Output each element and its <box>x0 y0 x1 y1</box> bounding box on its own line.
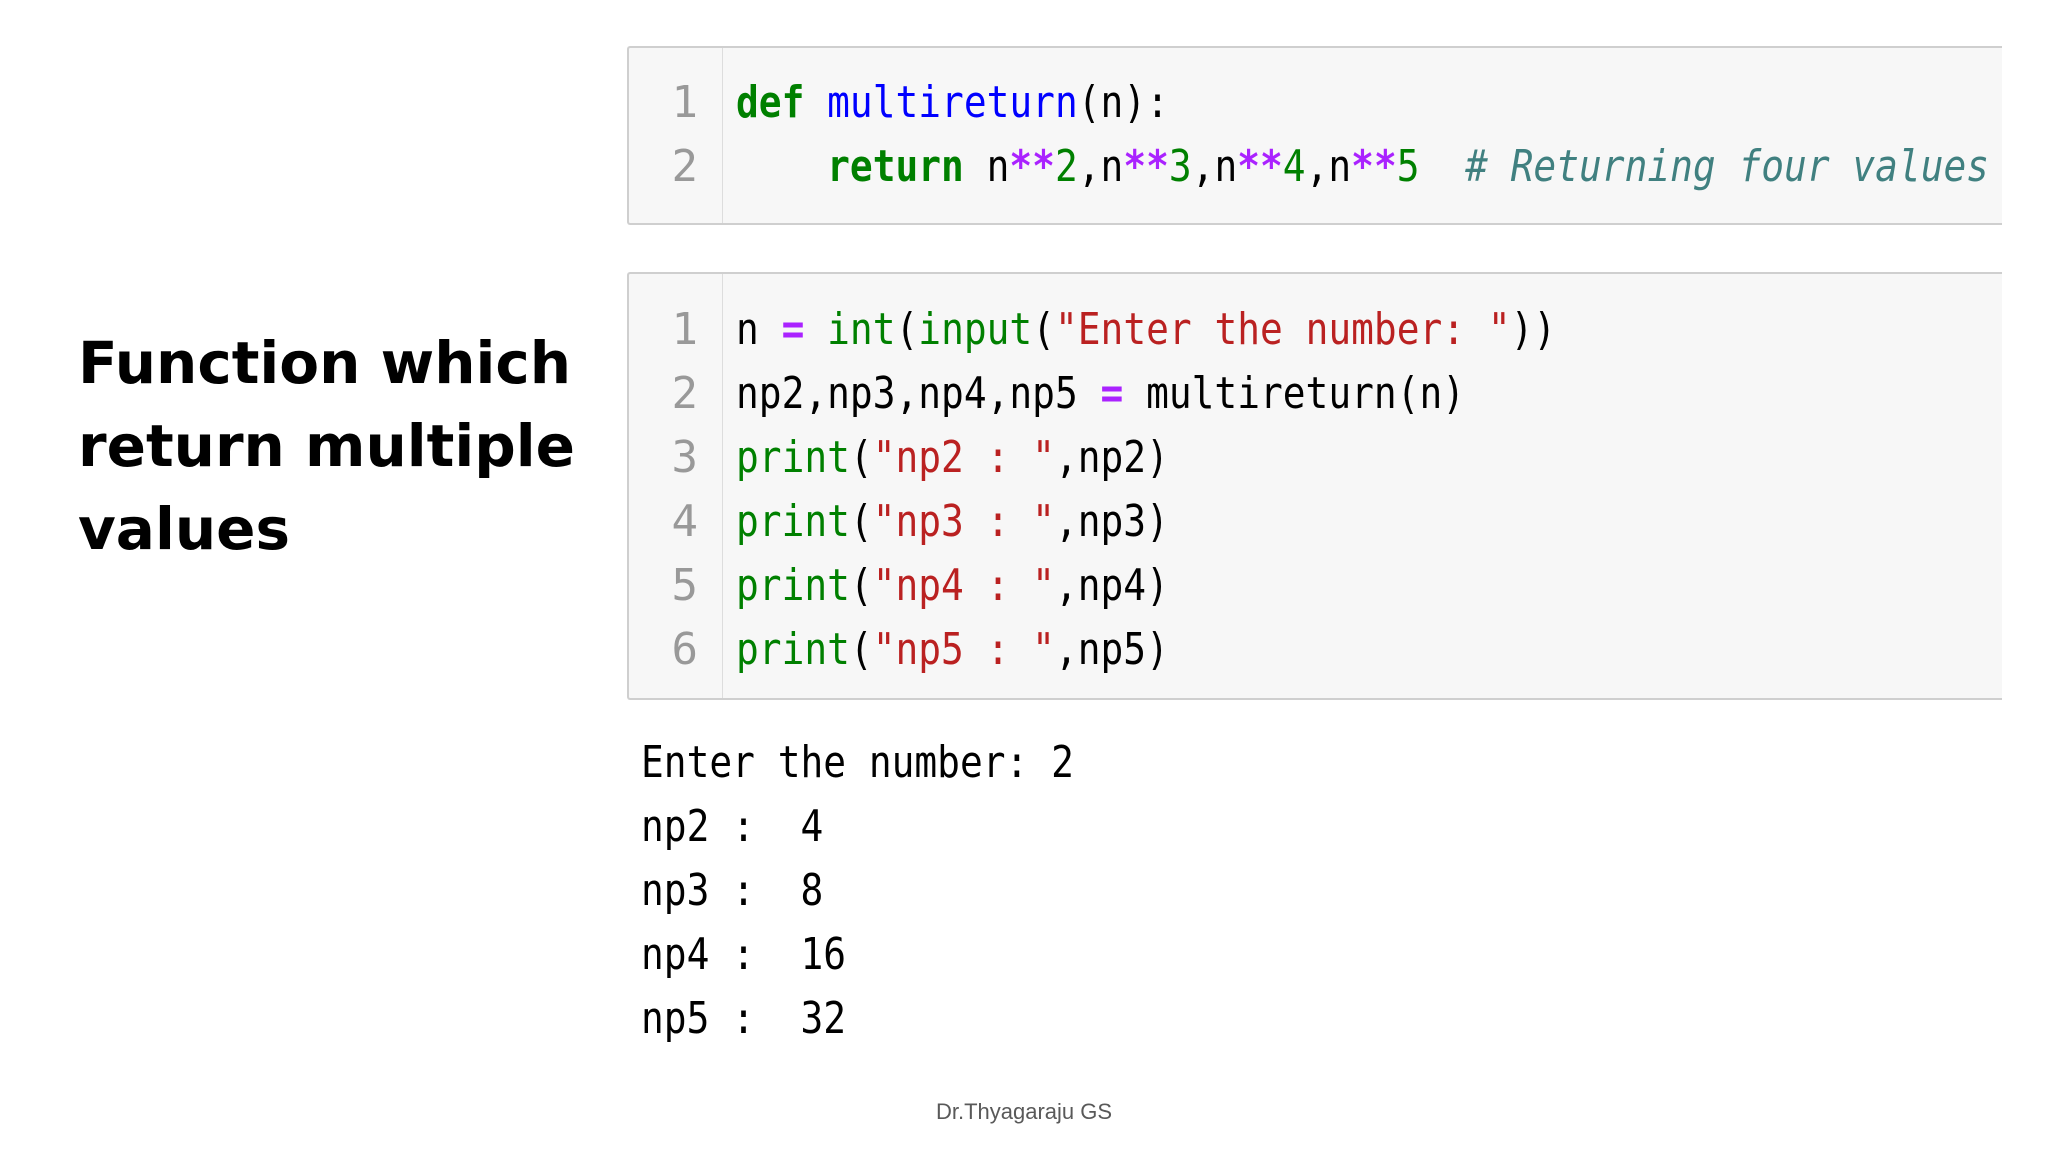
code-cell-definition[interactable]: 1 def multireturn(n): 2 return n**2,n**3… <box>627 46 2002 225</box>
code-text: np2,np3,np4,np5 <box>736 368 1101 419</box>
string: "np4 : " <box>872 560 1055 611</box>
operator: ** <box>1123 141 1169 192</box>
code-line: n = int(input("Enter the number: ")) <box>736 298 1556 362</box>
string: "np2 : " <box>872 432 1055 483</box>
line-number: 3 <box>671 432 699 483</box>
footer-author: Dr.Thyagaraju GS <box>935 1099 1113 1124</box>
output-line: np5 : 32 <box>641 993 847 1044</box>
builtin: print <box>736 624 850 675</box>
number: 5 <box>1396 141 1420 192</box>
code-line: print("np3 : ",np3) <box>736 490 1169 554</box>
code-line: print("np5 : ",np5) <box>736 618 1169 682</box>
code-text: (n): <box>1077 77 1169 128</box>
output-line: Enter the number: 2 <box>641 737 1074 788</box>
code-text: ,np2) <box>1054 432 1169 483</box>
string: "np5 : " <box>872 624 1055 675</box>
code-text: ( <box>849 496 873 547</box>
builtin: print <box>736 560 850 611</box>
code-text: n <box>963 141 1010 192</box>
keyword: return <box>827 141 964 192</box>
code-text: ( <box>849 560 873 611</box>
code-text: ( <box>895 304 919 355</box>
output-line: np4 : 16 <box>641 929 847 980</box>
title-line-3: values <box>78 495 290 563</box>
function-name: multireturn <box>827 77 1078 128</box>
code-text: ,np3) <box>1054 496 1169 547</box>
code-text: ,n <box>1305 141 1352 192</box>
code-line: def multireturn(n): <box>736 71 1169 135</box>
code-text: )) <box>1510 304 1557 355</box>
number: 3 <box>1168 141 1192 192</box>
builtin: input <box>918 304 1033 355</box>
builtin: int <box>827 304 896 355</box>
line-number: 1 <box>671 77 699 128</box>
code-text: multireturn(n) <box>1123 368 1466 419</box>
code-line: print("np2 : ",np2) <box>736 426 1169 490</box>
builtin: print <box>736 432 850 483</box>
line-number: 2 <box>671 368 699 419</box>
code-cell-usage[interactable]: 1 n = int(input("Enter the number: ")) 2… <box>627 272 2002 700</box>
string: "np3 : " <box>872 496 1055 547</box>
code-line: return n**2,n**3,n**4,n**5 # Returning f… <box>736 135 1989 199</box>
operator: ** <box>1009 141 1055 192</box>
line-number: 1 <box>671 304 699 355</box>
code-text: ,np5) <box>1054 624 1169 675</box>
line-number: 5 <box>671 560 699 611</box>
number: 4 <box>1282 141 1306 192</box>
cell-output: Enter the number: 2 np2 : 4 np3 : 8 np4 … <box>641 731 1144 1051</box>
code-text: ( <box>1032 304 1055 355</box>
code-text: ,np4) <box>1054 560 1169 611</box>
title-line-2: return multiple <box>78 412 575 480</box>
number: 2 <box>1054 141 1078 192</box>
comment: # Returning four values <box>1465 141 1990 192</box>
code-text: ,n <box>1077 141 1124 192</box>
line-number: 6 <box>671 624 699 675</box>
output-line: np3 : 8 <box>641 865 824 916</box>
string: "Enter the number: " <box>1054 304 1511 355</box>
code-text: n <box>736 304 782 355</box>
title-line-1: Function which <box>78 329 572 397</box>
code-text: ( <box>849 432 873 483</box>
output-line: np2 : 4 <box>641 801 824 852</box>
operator: = <box>1100 368 1124 419</box>
code-text: ,n <box>1191 141 1238 192</box>
operator: = <box>781 304 805 355</box>
operator: ** <box>1351 141 1397 192</box>
code-line: np2,np3,np4,np5 = multireturn(n) <box>736 362 1465 426</box>
code-text: ( <box>849 624 873 675</box>
line-number: 4 <box>671 496 699 547</box>
keyword: def <box>736 77 805 128</box>
line-number: 2 <box>671 141 699 192</box>
operator: ** <box>1237 141 1283 192</box>
slide-title: Function which return multiple values <box>78 322 598 571</box>
code-line: print("np4 : ",np4) <box>736 554 1169 618</box>
builtin: print <box>736 496 850 547</box>
